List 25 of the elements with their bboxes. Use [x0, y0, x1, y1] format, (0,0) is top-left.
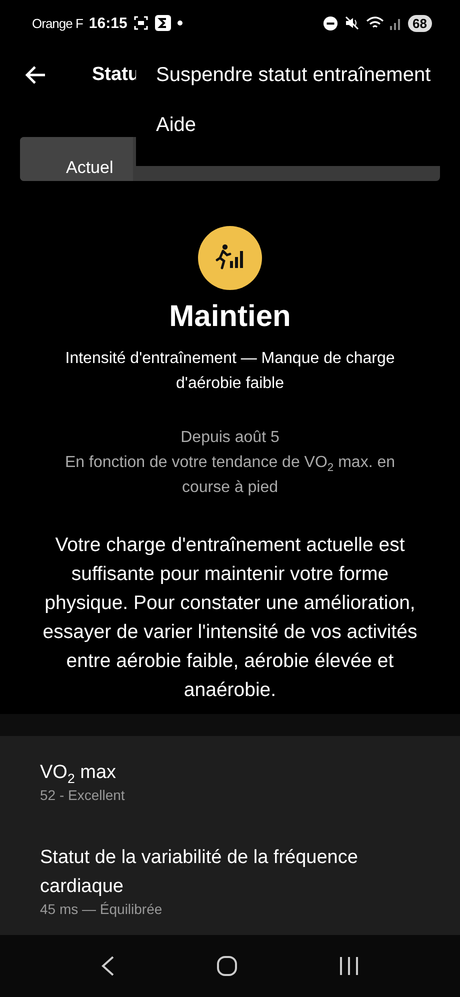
status-description: Votre charge d'entraînement actuelle est suffisante pour maintenir votre forme physique. Pour constater une amélioration, essayer de varier l'intensité de vos activités entre aérobie faible, aérobie élevée et anaérobie. [42, 533, 418, 703]
screenshot-icon [133, 15, 150, 31]
signal-icon [390, 16, 402, 30]
since-date: Depuis août 5 [180, 428, 280, 448]
runner-stairs-icon [198, 226, 262, 290]
status-title: Maintien [169, 300, 291, 334]
metric-value: 52 - Excellent [40, 787, 126, 803]
do-not-disturb-icon [322, 16, 338, 30]
mute-icon [344, 15, 360, 31]
carrier-name: Orange F [32, 16, 83, 30]
basis-note: En fonction de votre tendance de VO$_{2}$ max. en course à pied [64, 453, 396, 498]
sigma-icon [155, 15, 172, 31]
metric-title[interactable]: VO$_{2}$ max [40, 758, 420, 787]
menu-item[interactable]: Aide [136, 100, 460, 150]
battery-level: 68 [408, 14, 432, 32]
tab[interactable]: Actuel [20, 137, 134, 181]
dot-icon [177, 20, 184, 26]
metric-value: 45 ms — Équilibrée [40, 901, 164, 917]
metric-title[interactable]: Statut de la variabilité de la fréquence cardiaque [40, 843, 420, 901]
back-nav-icon[interactable] [100, 955, 116, 977]
status-subtitle: Intensité d'entraînement — Manque de charge d'aérobie faible [64, 349, 396, 394]
clock: 16:15 [88, 14, 128, 32]
recent-apps-icon[interactable] [338, 955, 360, 977]
menu-item[interactable]: Suspendre statut entraînement [136, 50, 460, 100]
home-icon[interactable] [216, 955, 238, 977]
